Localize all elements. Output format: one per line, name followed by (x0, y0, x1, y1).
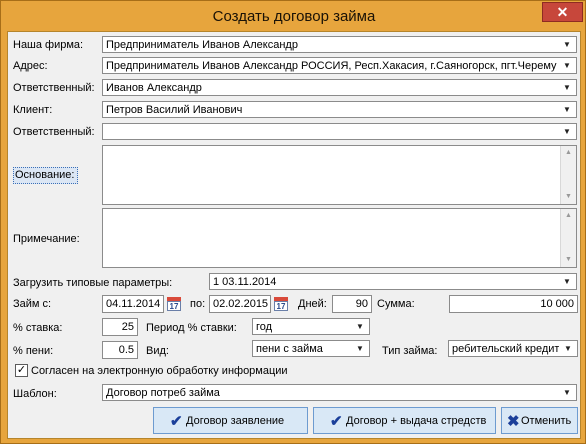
window-title: Создать договор займа (212, 8, 376, 25)
firm-select[interactable]: Предприниматель Иванов Александр ▼ (102, 36, 577, 53)
chevron-down-icon[interactable]: ▼ (560, 124, 574, 139)
kind-select[interactable]: пени с займа ▼ (252, 340, 370, 357)
checkmark-icon: ✔ (330, 413, 343, 430)
rate-period-value: год (256, 321, 273, 333)
sum-label: Сумма: (377, 298, 415, 310)
rate-input[interactable]: 25 (102, 318, 138, 336)
chevron-down-icon[interactable]: ▼ (353, 319, 367, 334)
firm-label: Наша фирма: (13, 39, 84, 51)
chevron-down-icon[interactable]: ▼ (353, 341, 367, 356)
address-select[interactable]: Предприниматель Иванов Александр РОССИЯ,… (102, 57, 577, 74)
rate-label: % ставка: (13, 322, 63, 334)
loan-to-label: по: (190, 298, 206, 310)
loan-type-value: ребительский кредит (452, 343, 559, 355)
rate-period-label: Период % ставки: (146, 322, 237, 334)
template-params-label: Загрузить типовые параметры: (13, 277, 173, 289)
close-button[interactable]: ✕ (542, 2, 583, 22)
template-select[interactable]: Договор потреб займа ▼ (102, 384, 577, 401)
template-label: Шаблон: (13, 388, 57, 400)
calendar-icon[interactable]: 17 (166, 296, 182, 312)
loan-type-select[interactable]: ребительский кредит ▼ (448, 340, 578, 357)
days-input[interactable]: 90 (332, 295, 372, 313)
days-value: 90 (355, 298, 368, 310)
loan-type-label: Тип займа: (382, 345, 438, 357)
title-bar[interactable]: Создать договор займа ✕ (1, 1, 586, 31)
contract-issue-label: Договор + выдача стредств (346, 415, 487, 427)
scroll-up-icon[interactable]: ▲ (561, 209, 576, 223)
note-scrollbar[interactable]: ▲ ▼ (560, 209, 576, 267)
template-params-value: 1 03.11.2014 (213, 276, 277, 288)
sum-input[interactable]: 10 000 (449, 295, 578, 313)
contract-issue-button[interactable]: ✔ Договор + выдача стредств (313, 407, 496, 434)
note-label: Примечание: (13, 233, 80, 245)
dialog-body: Наша фирма: Предприниматель Иванов Алекс… (7, 31, 581, 439)
chevron-down-icon[interactable]: ▼ (560, 37, 574, 52)
penalty-input[interactable]: 0.5 (102, 341, 138, 359)
scroll-down-icon[interactable]: ▼ (561, 253, 576, 267)
calendar-icon[interactable]: 17 (273, 296, 289, 312)
responsible-label: Ответственный: (13, 82, 95, 94)
rate-value: 25 (121, 321, 134, 333)
responsible-select[interactable]: Иванов Александр ▼ (102, 79, 577, 96)
responsible-2-select[interactable]: ▼ (102, 123, 577, 140)
consent-checkbox[interactable]: ✓ (15, 364, 28, 377)
scroll-up-icon[interactable]: ▲ (561, 146, 576, 160)
contract-application-button[interactable]: ✔ Договор заявление (153, 407, 308, 434)
note-textarea[interactable]: ▲ ▼ (102, 208, 577, 268)
loan-from-input[interactable]: 04.11.2014 (102, 295, 164, 313)
kind-label: Вид: (146, 345, 169, 357)
days-label: Дней: (298, 298, 327, 310)
chevron-down-icon[interactable]: ▼ (560, 274, 574, 289)
basis-scrollbar[interactable]: ▲ ▼ (560, 146, 576, 204)
sum-value: 10 000 (540, 298, 574, 310)
consent-label[interactable]: Согласен на электронную обработку информ… (31, 365, 288, 377)
checkmark-icon: ✔ (170, 413, 183, 430)
firm-value: Предприниматель Иванов Александр (106, 39, 298, 51)
chevron-down-icon[interactable]: ▼ (560, 80, 574, 95)
loan-to-value: 02.02.2015 (213, 298, 269, 310)
client-select[interactable]: Петров Василий Иванович ▼ (102, 101, 577, 118)
chevron-down-icon[interactable]: ▼ (560, 102, 574, 117)
contract-application-label: Договор заявление (186, 415, 285, 427)
cancel-label: Отменить (521, 415, 572, 427)
penalty-value: 0.5 (118, 344, 134, 356)
chevron-down-icon[interactable]: ▼ (560, 385, 574, 400)
client-value: Петров Василий Иванович (106, 104, 243, 116)
kind-value: пени с займа (256, 343, 323, 355)
address-label: Адрес: (13, 60, 48, 72)
address-value: Предприниматель Иванов Александр РОССИЯ,… (106, 60, 557, 72)
responsible-2-label: Ответственный: (13, 126, 95, 138)
basis-textarea[interactable]: ▲ ▼ (102, 145, 577, 205)
penalty-label: % пени: (13, 345, 54, 357)
loan-to-input[interactable]: 02.02.2015 (209, 295, 271, 313)
template-params-select[interactable]: 1 03.11.2014 ▼ (209, 273, 577, 290)
scroll-down-icon[interactable]: ▼ (561, 190, 576, 204)
chevron-down-icon[interactable]: ▼ (560, 58, 574, 73)
responsible-value: Иванов Александр (106, 82, 202, 94)
cancel-icon: ✖ (507, 413, 520, 430)
client-label: Клиент: (13, 104, 53, 116)
rate-period-select[interactable]: год ▼ (252, 318, 370, 335)
dialog-window: Создать договор займа ✕ Наша фирма: Пред… (0, 0, 586, 444)
basis-label: Основание: (15, 169, 75, 181)
loan-from-value: 04.11.2014 (106, 298, 161, 310)
loan-from-label: Займ с: (13, 298, 52, 310)
template-value: Договор потреб займа (106, 387, 220, 399)
cancel-button[interactable]: ✖ Отменить (501, 407, 578, 434)
chevron-down-icon[interactable]: ▼ (561, 341, 575, 356)
